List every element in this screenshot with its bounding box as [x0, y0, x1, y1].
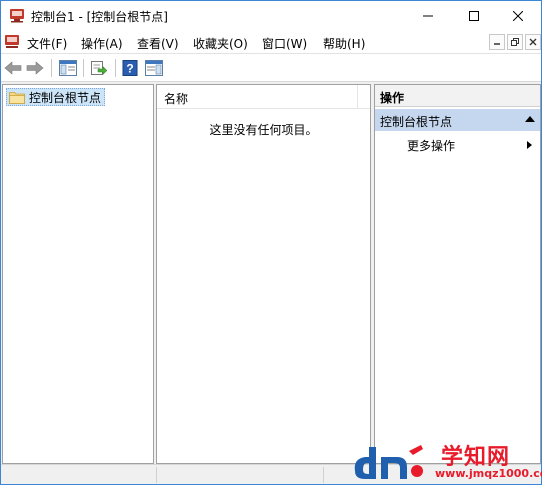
maximize-button[interactable] — [451, 1, 497, 30]
folder-icon — [9, 92, 25, 104]
menu-action[interactable]: 操作(A) — [81, 35, 123, 52]
menu-view[interactable]: 查看(V) — [137, 35, 179, 52]
child-close-button[interactable] — [525, 34, 541, 50]
arrow-left-icon — [4, 61, 22, 75]
actions-pane: 操作 控制台根节点 更多操作 — [374, 84, 541, 464]
more-actions-item[interactable]: 更多操作 — [375, 135, 540, 155]
tree-item-console-root[interactable]: 控制台根节点 — [6, 88, 106, 106]
toolbar-separator — [83, 59, 84, 77]
show-hide-action-pane-button[interactable] — [144, 58, 164, 78]
help-icon: ? — [122, 60, 138, 76]
results-pane: 名称 这里没有任何项目。 — [156, 84, 371, 464]
status-bar-divider — [323, 467, 324, 483]
console-tree-icon — [59, 60, 77, 76]
title-bar[interactable]: 控制台1 - [控制台根节点] — [1, 1, 541, 30]
list-header: 名称 — [157, 85, 370, 109]
site-watermark: 学知网 www.jmqz1000.com — [351, 439, 542, 485]
column-header-name[interactable]: 名称 — [164, 90, 188, 107]
child-minimize-button[interactable] — [489, 34, 505, 50]
help-button[interactable]: ? — [120, 58, 140, 78]
collapse-up-icon[interactable] — [525, 116, 535, 122]
actions-pane-title: 操作 — [375, 85, 540, 107]
maximize-icon — [469, 10, 479, 21]
svg-text:?: ? — [126, 62, 133, 76]
toolbar-separator — [115, 59, 116, 77]
forward-button[interactable] — [25, 58, 45, 78]
minimize-icon — [494, 43, 500, 45]
close-icon — [529, 38, 537, 46]
watermark-url: www.jmqz1000.com — [435, 467, 542, 480]
close-button[interactable] — [495, 1, 541, 30]
dn-logo-icon — [354, 445, 423, 479]
actions-section-label: 控制台根节点 — [380, 115, 453, 129]
export-list-button[interactable] — [89, 58, 109, 78]
child-restore-button[interactable] — [507, 34, 523, 50]
submenu-arrow-icon — [527, 141, 532, 149]
status-bar-divider — [156, 467, 157, 483]
more-actions-label: 更多操作 — [407, 139, 456, 153]
export-list-icon — [91, 61, 108, 76]
toolbar: ? — [1, 54, 541, 82]
window-title: 控制台1 - [控制台根节点] — [31, 10, 168, 24]
menu-window[interactable]: 窗口(W) — [262, 35, 307, 52]
empty-list-message: 这里没有任何项目。 — [209, 123, 318, 137]
action-pane-icon — [145, 60, 163, 76]
menu-help[interactable]: 帮助(H) — [323, 35, 365, 52]
console-tree-pane: 控制台根节点 — [2, 84, 154, 464]
show-hide-console-tree-button[interactable] — [58, 58, 78, 78]
menu-bar: 文件(F) 操作(A) 查看(V) 收藏夹(O) 窗口(W) 帮助(H) — [1, 30, 541, 54]
restore-icon — [511, 38, 519, 46]
tree-item-label: 控制台根节点 — [29, 91, 102, 105]
console-app-icon[interactable] — [9, 8, 25, 23]
toolbar-separator — [51, 59, 52, 77]
menu-file[interactable]: 文件(F) — [27, 35, 67, 52]
minimize-button[interactable] — [405, 1, 451, 30]
close-icon — [513, 10, 523, 21]
column-divider[interactable] — [357, 85, 358, 109]
actions-section-header[interactable]: 控制台根节点 — [375, 109, 540, 131]
minimize-icon — [423, 15, 433, 16]
arrow-right-icon — [26, 61, 44, 75]
menu-favorites[interactable]: 收藏夹(O) — [193, 35, 248, 52]
mmc-window: 控制台1 - [控制台根节点] 文件(F) 操作(A) 查看(V) 收藏夹(O)… — [0, 0, 542, 485]
back-button[interactable] — [3, 58, 23, 78]
console-menu-icon[interactable] — [4, 34, 20, 49]
